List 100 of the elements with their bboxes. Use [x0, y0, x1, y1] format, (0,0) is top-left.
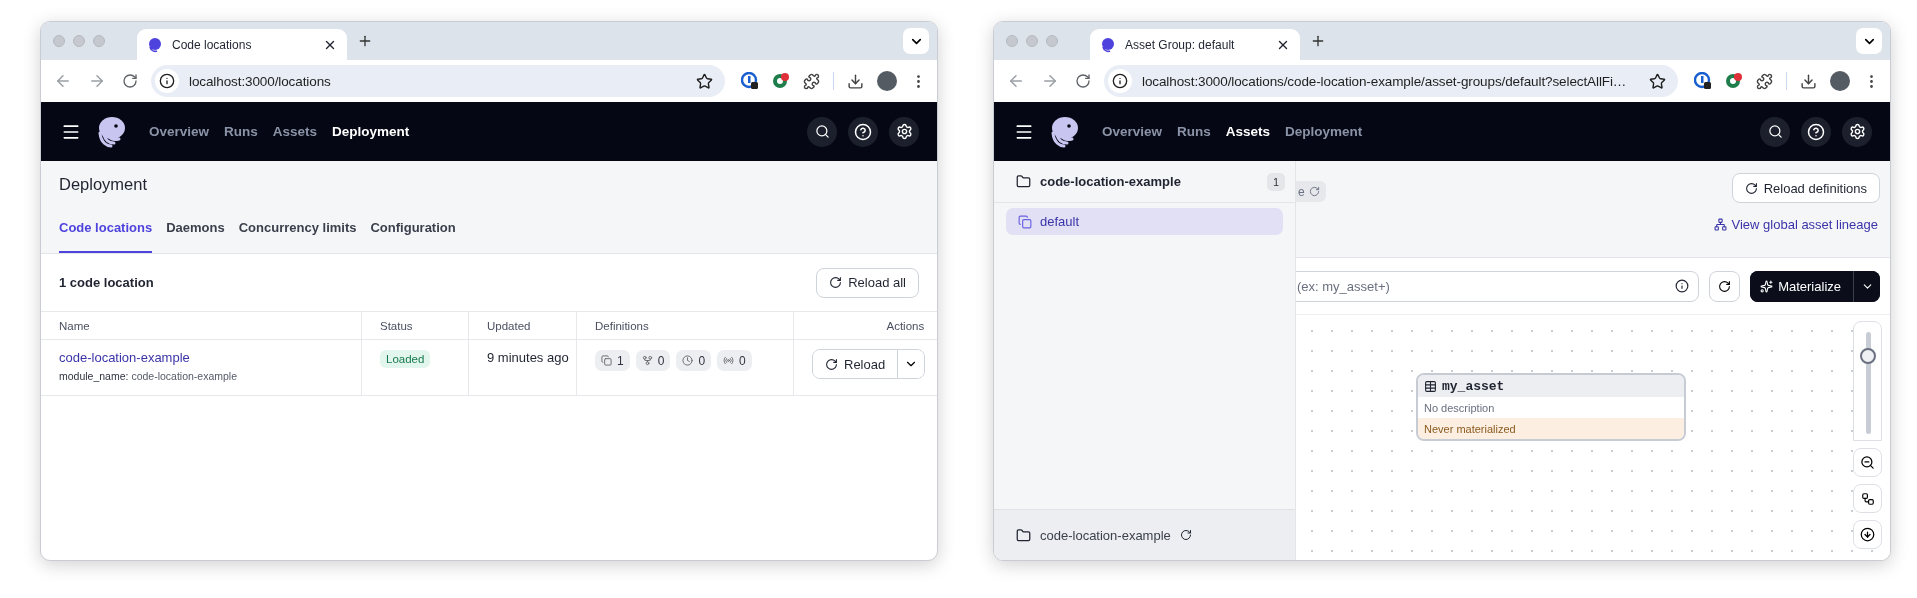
download-icon[interactable]: [847, 72, 864, 90]
nav-link[interactable]: Deployment: [1285, 124, 1363, 139]
reload-definitions-button[interactable]: Reload definitions: [1731, 173, 1880, 203]
arrow-right-icon: [88, 72, 106, 90]
nav-link[interactable]: Assets: [1225, 124, 1271, 139]
search-icon: [1767, 124, 1783, 139]
puzzle-icon[interactable]: [803, 72, 820, 90]
zoom-out-button[interactable]: [1853, 448, 1882, 477]
nav-link[interactable]: Assets: [272, 124, 318, 139]
puzzle-icon[interactable]: [1756, 72, 1773, 90]
location-tag-text: e: [1298, 184, 1305, 199]
lineage-link[interactable]: View global asset lineage: [1713, 217, 1878, 232]
signal-icon: [723, 355, 735, 366]
asset-node[interactable]: my_asset No description Never materialized: [1416, 373, 1686, 441]
circle-badge-icon[interactable]: [772, 72, 790, 90]
address-bar[interactable]: localhost:3000/locations: [151, 65, 725, 97]
page-tab[interactable]: Configuration: [370, 220, 456, 253]
location-title: code-location-example: [1040, 174, 1182, 189]
nav-link[interactable]: Runs: [224, 124, 258, 139]
asset-description: No description: [1424, 401, 1495, 414]
asset-group-item[interactable]: default: [1006, 208, 1283, 235]
definition-count-tag: 1: [595, 350, 630, 371]
lineage-icon: [1713, 218, 1727, 231]
folder-icon: [1016, 527, 1031, 543]
nav-link[interactable]: Deployment: [332, 124, 410, 139]
profile-avatar[interactable]: [1830, 71, 1850, 91]
settings-button[interactable]: [1842, 116, 1872, 147]
search-button[interactable]: [1760, 116, 1790, 147]
octopus-favicon: [147, 36, 163, 53]
nav-link[interactable]: Overview: [149, 124, 210, 139]
lock-badge-icon[interactable]: [741, 72, 759, 90]
lock-badge-icon[interactable]: [1694, 72, 1712, 90]
tab-search-button[interactable]: [903, 28, 929, 54]
bookmark-star-icon[interactable]: [1649, 72, 1666, 90]
url-text: localhost:3000/locations: [189, 73, 332, 89]
refresh-button[interactable]: [1709, 270, 1741, 302]
browser-tab[interactable]: Code locations: [137, 29, 347, 60]
sparkles-icon: [1760, 279, 1774, 293]
clock-icon: [682, 355, 694, 366]
octopus-favicon: [1100, 36, 1116, 53]
download-icon[interactable]: [1800, 72, 1817, 90]
group-icon: [1018, 214, 1032, 229]
reload-icon: [1075, 73, 1091, 89]
asset-name: my_asset: [1442, 378, 1505, 394]
reload-all-button[interactable]: Reload all: [816, 267, 919, 298]
asset-search-field[interactable]: (ex: my_asset+): [1296, 270, 1700, 302]
branch-icon: [641, 355, 653, 366]
table-icon: [1424, 379, 1437, 393]
download-button[interactable]: [1853, 520, 1882, 549]
location-name: code-location-example: [1040, 527, 1171, 543]
url-text: localhost:3000/locations/code-location-example/asset-groups/default?selectAllFi…: [1142, 73, 1628, 89]
page-tab[interactable]: Code locations: [59, 220, 153, 253]
location-link[interactable]: code-location-example: [59, 350, 190, 365]
reload-button[interactable]: Reload: [813, 350, 899, 378]
tab-search-button[interactable]: [1856, 28, 1882, 54]
page-tab[interactable]: Concurrency limits: [238, 220, 357, 253]
definition-count-tag: 0: [717, 350, 752, 371]
arrow-right-icon: [1041, 72, 1059, 90]
info-icon: [1112, 73, 1128, 89]
module-name-text: module_name: code-location-example: [59, 370, 238, 382]
column-header: Actions: [886, 319, 925, 332]
settings-button[interactable]: [889, 116, 919, 147]
definition-count-tag: 0: [676, 350, 712, 371]
bookmark-star-icon[interactable]: [696, 72, 713, 90]
search-icon: [814, 124, 830, 139]
page-tab[interactable]: Daemons: [166, 220, 225, 253]
browser-tab[interactable]: Asset Group: default: [1090, 29, 1300, 60]
materialize-button[interactable]: Materialize: [1750, 270, 1854, 302]
plus-icon: [357, 33, 373, 49]
asset-status: Never materialized: [1418, 418, 1684, 439]
zoom-slider[interactable]: [1853, 321, 1882, 441]
profile-avatar[interactable]: [877, 71, 897, 91]
zoom-slider-thumb[interactable]: [1860, 348, 1876, 365]
search-button[interactable]: [807, 116, 837, 147]
tab-title: Asset Group: default: [1125, 37, 1236, 52]
reload-icon: [825, 357, 838, 371]
column-header: Updated: [487, 319, 531, 332]
column-header: Status: [380, 319, 413, 332]
reload-icon: [829, 276, 843, 289]
info-icon[interactable]: [1675, 278, 1690, 293]
circle-badge-icon[interactable]: [1725, 72, 1743, 90]
column-header: Name: [59, 319, 90, 332]
reload-icon[interactable]: [1179, 529, 1192, 541]
help-button[interactable]: [848, 116, 878, 147]
nav-link[interactable]: Runs: [1177, 124, 1211, 139]
download-icon: [1860, 527, 1875, 542]
hierarchy-icon: [1860, 491, 1875, 506]
page-title: Deployment: [59, 175, 149, 194]
help-button[interactable]: [1801, 116, 1831, 147]
info-icon: [159, 73, 175, 89]
definition-count-tag: 0: [635, 350, 671, 371]
nav-link[interactable]: Overview: [1102, 124, 1163, 139]
assets-icon: [601, 355, 612, 366]
layout-button[interactable]: [1853, 484, 1882, 513]
folder-icon: [1016, 174, 1031, 189]
help-icon: [1807, 122, 1825, 141]
zoom-out-icon: [1860, 455, 1875, 470]
updated-time: 9 minutes ago: [487, 350, 569, 365]
address-bar[interactable]: localhost:3000/locations/code-location-example/asset-groups/default?selectAllFi…: [1104, 65, 1678, 97]
group-count: 1: [1266, 172, 1285, 191]
